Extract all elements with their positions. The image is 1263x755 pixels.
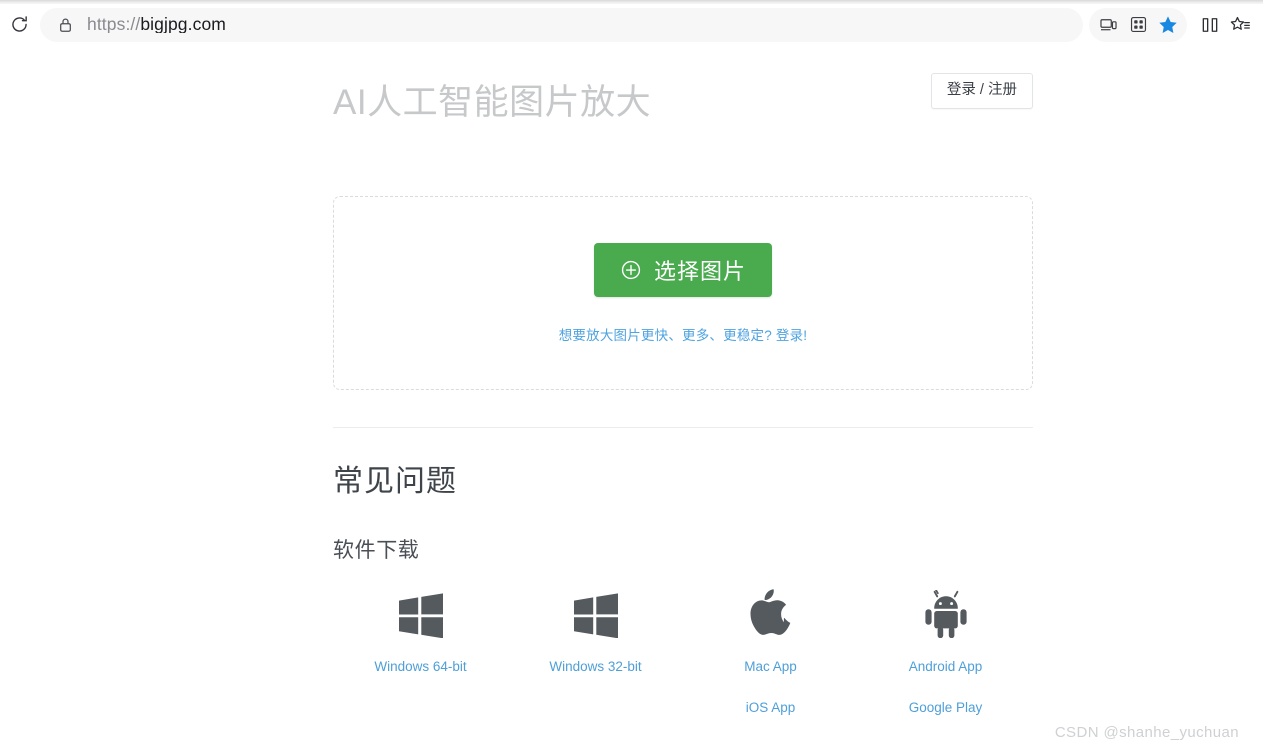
browser-chrome: https://bigjpg.com: [0, 0, 1263, 45]
split-screen-icon[interactable]: [1195, 10, 1225, 40]
upload-hint-link[interactable]: 想要放大图片更快、更多、更稳定? 登录!: [559, 324, 808, 344]
plus-circle-icon: [620, 259, 642, 281]
url-host: bigjpg.com: [140, 15, 226, 34]
collections-icon[interactable]: [1123, 10, 1153, 40]
download-link[interactable]: Android App: [909, 655, 983, 679]
select-image-label: 选择图片: [653, 258, 746, 284]
download-row: Windows 64-bit Windows 32-bit Mac App iO…: [333, 586, 1033, 719]
page-content: AI人工智能图片放大 登录 / 注册 选择图片 想要放大图片更快、更多、更稳定?…: [333, 45, 1033, 755]
login-register-button[interactable]: 登录 / 注册: [930, 73, 1033, 109]
apple-logo-icon: [749, 586, 793, 638]
download-item-apple: Mac App iOS App: [683, 586, 858, 719]
windows-logo-icon: [572, 586, 620, 638]
download-item-windows-64: Windows 64-bit: [333, 586, 508, 719]
faq-heading: 常见问题: [333, 465, 457, 498]
windows-logo-icon: [397, 586, 445, 638]
url-scheme: https://: [87, 15, 141, 34]
section-divider: [333, 427, 1033, 428]
download-link[interactable]: Google Play: [909, 696, 983, 720]
url-text[interactable]: https://bigjpg.com: [87, 16, 226, 34]
select-image-button[interactable]: 选择图片: [593, 242, 772, 297]
cast-to-device-icon[interactable]: [1093, 10, 1123, 40]
address-bar[interactable]: https://bigjpg.com: [40, 7, 1083, 42]
download-link[interactable]: Mac App: [744, 655, 797, 679]
site-header: AI人工智能图片放大 登录 / 注册: [333, 45, 1033, 157]
favorites-list-icon[interactable]: [1225, 10, 1255, 40]
download-item-windows-32: Windows 32-bit: [508, 586, 683, 719]
download-link[interactable]: Windows 32-bit: [549, 655, 641, 679]
download-item-android: Android App Google Play: [858, 586, 1033, 719]
csdn-watermark: CSDN @shanhe_yuchuan: [1054, 724, 1239, 741]
android-logo-icon: [920, 586, 972, 638]
page-title: AI人工智能图片放大: [333, 83, 652, 122]
reload-icon[interactable]: [4, 10, 34, 40]
upload-dropzone[interactable]: 选择图片 想要放大图片更快、更多、更稳定? 登录!: [333, 196, 1033, 390]
toolbar-right-group: [1089, 7, 1187, 42]
download-link[interactable]: Windows 64-bit: [374, 655, 466, 679]
toolbar-far-right-group: [1189, 10, 1263, 40]
browser-toolbar: https://bigjpg.com: [0, 4, 1263, 45]
page-viewport: AI人工智能图片放大 登录 / 注册 选择图片 想要放大图片更快、更多、更稳定?…: [0, 45, 1263, 755]
download-link[interactable]: iOS App: [746, 696, 796, 720]
favorite-star-icon[interactable]: [1153, 10, 1183, 40]
lock-icon[interactable]: [58, 17, 73, 33]
software-download-heading: 软件下载: [333, 539, 420, 562]
